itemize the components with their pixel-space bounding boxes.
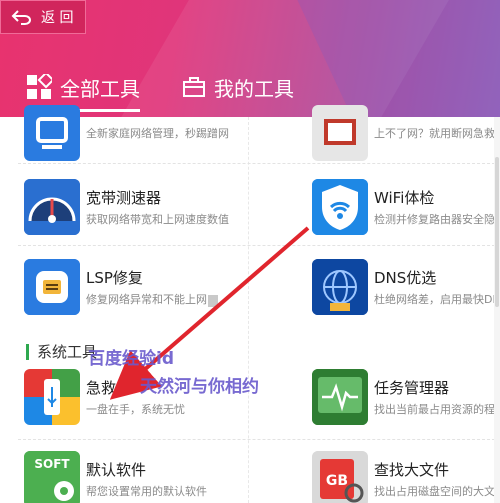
tool-desc: 帮您设置常用的默认软件	[86, 485, 207, 498]
tool-desc: 检测并修复路由器安全隐	[374, 213, 495, 226]
tool-title: 任务管理器	[374, 379, 450, 397]
grid-icon	[27, 74, 52, 99]
speedometer-icon	[24, 179, 80, 235]
tool-item-home-network[interactable]: 全新家庭网络管理，秒踢蹭网	[24, 105, 244, 181]
usb-rescue-icon	[24, 369, 80, 425]
tool-desc: 全新家庭网络管理，秒踢蹭网	[86, 127, 229, 140]
lsp-chip-icon	[24, 259, 80, 315]
globe-icon	[312, 259, 368, 315]
section-system-tools: 系统工具	[26, 341, 97, 362]
router-icon	[24, 105, 80, 161]
tool-item-find-large-files[interactable]: GB 查找大文件 找出占用磁盘空间的大文件	[312, 451, 500, 503]
scrollbar-thumb[interactable]	[495, 157, 499, 307]
tool-item-speed-test[interactable]: 宽带测速器 获取网络带宽和上网速度数值	[24, 179, 244, 249]
tool-title: 查找大文件	[374, 461, 450, 479]
scrollbar[interactable]	[494, 117, 500, 503]
tool-item-task-manager[interactable]: 任务管理器 找出当前最占用资源的程序	[312, 369, 500, 439]
tab-my-tools[interactable]: 我的工具	[182, 70, 294, 104]
tool-desc: 一盘在手，系统无忧	[86, 403, 185, 416]
soft-icon-text: SOFT	[34, 457, 70, 471]
app-header: 返 回 全部工具 我的工具	[0, 0, 500, 117]
tool-desc: 杜绝网络差，启用最快DNS	[374, 293, 500, 306]
tool-desc: 修复网络异常和不能上网	[86, 293, 207, 306]
soft-settings-icon: SOFT	[24, 451, 80, 503]
watermark-line2: 天然河与你相约	[140, 377, 259, 397]
tool-title: LSP修复	[86, 269, 143, 287]
tool-title: 默认软件	[86, 461, 147, 479]
tool-desc: 找出当前最占用资源的程序	[374, 403, 500, 416]
back-button[interactable]: 返 回	[0, 0, 86, 34]
tab-all-tools-label: 全部工具	[60, 76, 140, 101]
tool-item-lsp-repair[interactable]: LSP修复 修复网络异常和不能上网	[24, 259, 244, 329]
tool-item-network-repair[interactable]: 上不了网？就用断网急救	[312, 105, 500, 181]
tool-list: 全新家庭网络管理，秒踢蹭网 上不了网？就用断网急救 宽带测速器 获取网络带宽和上…	[0, 105, 500, 503]
back-label: 返 回	[41, 10, 74, 26]
expand-arrow-icon	[208, 295, 218, 307]
tab-bar: 全部工具 我的工具	[26, 70, 294, 112]
tool-item-dns-select[interactable]: DNS优选 杜绝网络差，启用最快DNS	[312, 259, 500, 329]
heartbeat-monitor-icon	[312, 369, 368, 425]
tool-item-default-software[interactable]: SOFT 默认软件 帮您设置常用的默认软件	[24, 451, 244, 503]
repair-icon	[312, 105, 368, 161]
wifi-shield-icon	[312, 179, 368, 235]
tool-desc: 获取网络带宽和上网速度数值	[86, 213, 229, 226]
gb-icon-text: GB	[326, 473, 348, 489]
tool-item-wifi-check[interactable]: WiFi体检 检测并修复路由器安全隐	[312, 179, 500, 249]
tool-desc: 找出占用磁盘空间的大文件	[374, 485, 500, 498]
tab-all-tools[interactable]: 全部工具	[26, 70, 140, 112]
tool-title: 宽带测速器	[86, 189, 162, 207]
tool-desc: 上不了网？就用断网急救	[374, 127, 495, 140]
tool-title: 急救盘	[86, 379, 132, 397]
watermark-line1: 百度经验id	[88, 349, 174, 369]
tab-my-tools-label: 我的工具	[214, 76, 294, 101]
tool-title: DNS优选	[374, 269, 437, 287]
tool-title: WiFi体检	[374, 189, 435, 207]
briefcase-icon	[183, 77, 205, 97]
back-arrow-icon	[11, 10, 31, 25]
gb-file-icon: GB	[312, 451, 368, 503]
